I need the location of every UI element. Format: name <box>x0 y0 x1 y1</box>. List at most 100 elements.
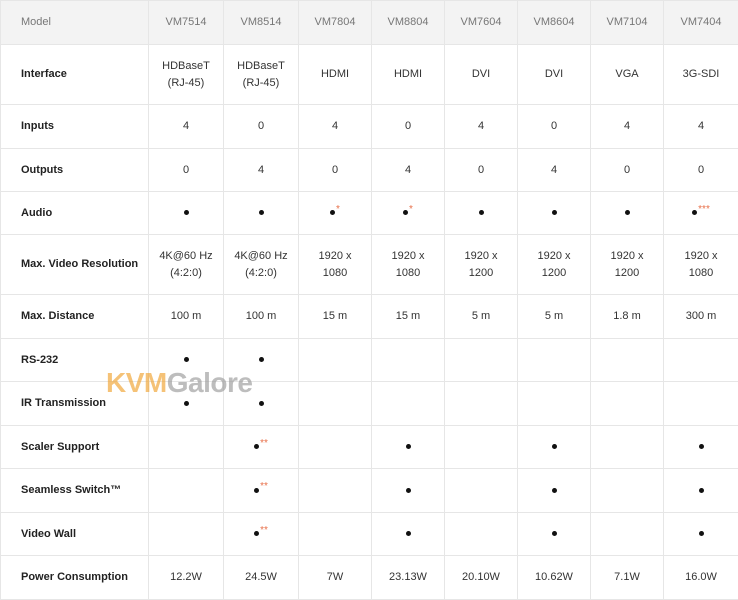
spec-cell: 4K@60 Hz (4:2:0) <box>148 234 224 295</box>
feature-cell <box>371 381 445 426</box>
spec-row: IR Transmission <box>0 381 738 426</box>
spec-cell: VGA <box>590 44 664 105</box>
spec-cell: 1920 x 1200 <box>590 234 664 295</box>
cell-value: 1920 x 1080 <box>684 249 718 279</box>
supported-dot <box>403 210 409 216</box>
feature-cell <box>298 425 372 469</box>
spec-cell: 4 <box>298 104 372 149</box>
cell-value: 4 <box>404 163 412 176</box>
spec-cell: 4 <box>444 104 518 149</box>
cell-value: 4 <box>550 163 558 176</box>
feature-cell <box>371 425 445 469</box>
feature-cell <box>444 468 518 513</box>
feature-cell <box>371 468 445 513</box>
feature-cell: ** <box>223 512 299 556</box>
row-label: Inputs <box>0 104 149 149</box>
supported-dot <box>183 357 189 363</box>
footnote-marker: * <box>336 203 340 215</box>
spec-cell: 15 m <box>371 294 445 339</box>
spec-cell: 0 <box>517 104 591 149</box>
cell-value: 20.10W <box>462 571 500 583</box>
spec-cell: HDBaseT (RJ-45) <box>223 44 299 105</box>
cell-value: 0 <box>550 120 558 132</box>
spec-cell: 1920 x 1200 <box>517 234 591 295</box>
spec-cell: 4 <box>223 148 299 192</box>
row-label: Seamless Switch™ <box>0 468 149 513</box>
supported-dot <box>478 210 484 216</box>
model-header: VM7404 <box>663 0 738 45</box>
supported-dot <box>698 487 704 493</box>
model-header: VM7514 <box>148 0 224 45</box>
spec-cell: 0 <box>663 148 738 192</box>
spec-cell: 5 m <box>444 294 518 339</box>
feature-cell: * <box>371 191 445 235</box>
cell-value: 1920 x 1200 <box>537 249 571 279</box>
feature-cell <box>590 381 664 426</box>
feature-cell: ** <box>223 425 299 469</box>
supported-dot <box>405 444 411 450</box>
cell-value: 0 <box>331 163 339 176</box>
feature-cell: ** <box>223 468 299 513</box>
cell-value: 4 <box>331 120 339 132</box>
feature-cell <box>371 512 445 556</box>
cell-value: HDBaseT (RJ-45) <box>237 59 285 89</box>
row-label: Max. Video Resolution <box>0 234 149 295</box>
cell-value: 0 <box>257 120 265 132</box>
footnote-marker: ** <box>260 524 268 536</box>
feature-cell <box>663 468 738 513</box>
cell-value: 1920 x 1080 <box>391 249 425 279</box>
feature-cell <box>444 338 518 382</box>
supported-dot <box>692 210 698 216</box>
cell-value: 100 m <box>170 310 202 322</box>
cell-value: 5 m <box>471 310 491 322</box>
spec-cell: 4 <box>663 104 738 149</box>
model-header: VM7604 <box>444 0 518 45</box>
feature-cell <box>517 512 591 556</box>
footnote-marker: *** <box>698 203 710 215</box>
row-label: Outputs <box>0 148 149 192</box>
cell-value: 4 <box>477 120 485 132</box>
spec-cell: 4 <box>148 104 224 149</box>
cell-value: 4 <box>623 120 631 132</box>
cell-value: 1.8 m <box>613 310 641 322</box>
supported-dot <box>405 487 411 493</box>
spec-row: Audio * * *** <box>0 191 738 235</box>
spec-cell: 0 <box>298 148 372 192</box>
spec-row: Inputs 4 0 4 0 4 0 4 4 <box>0 104 738 149</box>
cell-value: 10.62W <box>535 571 573 583</box>
cell-value: 100 m <box>245 310 277 322</box>
cell-value: 4K@60 Hz (4:2:0) <box>159 249 213 279</box>
feature-cell <box>663 425 738 469</box>
footnote-marker: ** <box>260 437 268 449</box>
feature-cell <box>590 425 664 469</box>
feature-cell <box>663 381 738 426</box>
spec-cell: 0 <box>590 148 664 192</box>
cell-value: 1920 x 1200 <box>610 249 644 279</box>
spec-cell: 1.8 m <box>590 294 664 339</box>
spec-cell: DVI <box>444 44 518 105</box>
cell-value: 7.1W <box>614 571 640 583</box>
spec-cell: 0 <box>371 104 445 149</box>
cell-value: 15 m <box>395 310 421 322</box>
feature-cell <box>590 338 664 382</box>
spec-cell: 1920 x 1200 <box>444 234 518 295</box>
supported-dot <box>698 444 704 450</box>
footnote-marker: * <box>409 203 413 215</box>
spec-cell: 15 m <box>298 294 372 339</box>
spec-cell: 0 <box>148 148 224 192</box>
feature-cell <box>298 338 372 382</box>
supported-dot <box>183 400 189 406</box>
footnote-marker: ** <box>260 481 268 492</box>
spec-cell: 7W <box>298 555 372 600</box>
cell-value: 0 <box>182 163 190 176</box>
model-column-header: Model <box>0 0 149 45</box>
spec-row: Scaler Support ** <box>0 425 738 469</box>
spec-cell: 23.13W <box>371 555 445 600</box>
feature-cell <box>148 338 224 382</box>
spec-row: RS-232 <box>0 338 738 382</box>
supported-dot <box>551 531 557 537</box>
model-header: VM7104 <box>590 0 664 45</box>
spec-cell: 1920 x 1080 <box>663 234 738 295</box>
row-label: Max. Distance <box>0 294 149 339</box>
spec-cell: 12.2W <box>148 555 224 600</box>
